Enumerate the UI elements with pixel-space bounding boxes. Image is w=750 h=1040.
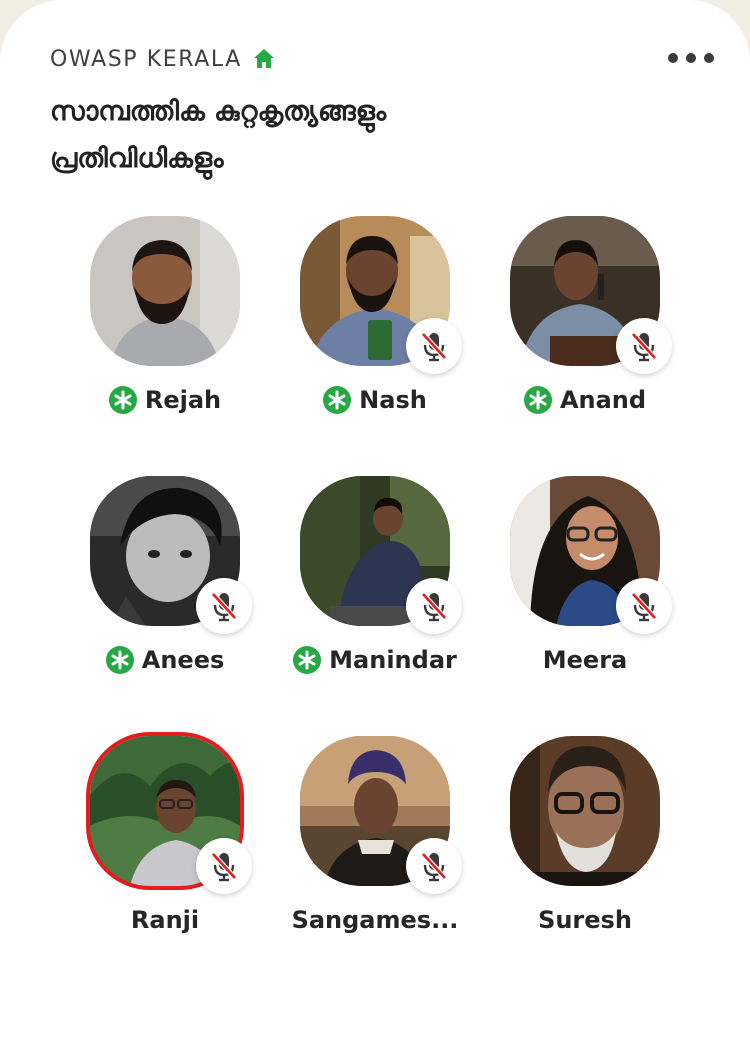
speaker-name-row: Sangames... (270, 902, 480, 938)
speaker-name: Meera (542, 646, 628, 674)
muted-mic-badge (406, 838, 462, 894)
muted-mic-badge (196, 578, 252, 634)
speaker-name: Nash (359, 386, 427, 414)
moderator-star-icon (108, 386, 137, 414)
speaker-tile-ranji[interactable]: Ranji (60, 732, 270, 956)
speaker-tile-meera[interactable]: Meera (480, 476, 690, 696)
mic-off-icon (631, 332, 657, 362)
muted-mic-badge (616, 318, 672, 374)
muted-mic-badge (406, 578, 462, 634)
avatar[interactable] (90, 216, 240, 366)
speaker-name-row: Manindar (270, 642, 480, 678)
speaker-name: Anees (141, 646, 225, 674)
speaker-tile-sangames[interactable]: Sangames... (270, 736, 480, 956)
speaker-name-row: Ranji (60, 902, 270, 938)
speaker-name-row: Suresh (480, 902, 690, 938)
speaker-name: Anand (559, 386, 647, 414)
speaker-tile-nash[interactable]: Nash (270, 216, 480, 436)
mic-off-icon (631, 592, 657, 622)
moderator-star-icon (293, 646, 322, 674)
speaker-name-row: Nash (270, 382, 480, 418)
speaker-tile-rejah[interactable]: Rejah (60, 216, 270, 436)
moderator-star-icon (523, 386, 552, 414)
muted-mic-badge (406, 318, 462, 374)
mic-off-icon (421, 332, 447, 362)
speaker-name: Ranji (130, 906, 200, 934)
speaker-name: Suresh (538, 906, 632, 934)
speaker-name: Manindar (329, 646, 457, 674)
muted-mic-badge (196, 838, 252, 894)
speaker-name-row: Rejah (60, 382, 270, 418)
speaker-name: Sangames... (291, 906, 459, 934)
speaker-name-row: Anand (480, 382, 690, 418)
mic-off-icon (211, 852, 237, 882)
moderator-star-icon (105, 646, 134, 674)
avatar[interactable] (510, 736, 660, 886)
speaker-tile-anand[interactable]: Anand (480, 216, 690, 436)
mic-off-icon (421, 592, 447, 622)
moderator-star-icon (323, 386, 352, 414)
speaker-tile-anees[interactable]: Anees (60, 476, 270, 696)
speaker-tile-manindar[interactable]: Manindar (270, 476, 480, 696)
speaker-name-row: Anees (60, 642, 270, 678)
speaker-tile-suresh[interactable]: Suresh (480, 736, 690, 956)
muted-mic-badge (616, 578, 672, 634)
speaker-name: Rejah (144, 386, 222, 414)
mic-off-icon (421, 852, 447, 882)
mic-off-icon (211, 592, 237, 622)
speaker-name-row: Meera (480, 642, 690, 678)
speakers-grid: Rejah Nash Anand Anees Manindar Meera Ra… (0, 0, 750, 961)
